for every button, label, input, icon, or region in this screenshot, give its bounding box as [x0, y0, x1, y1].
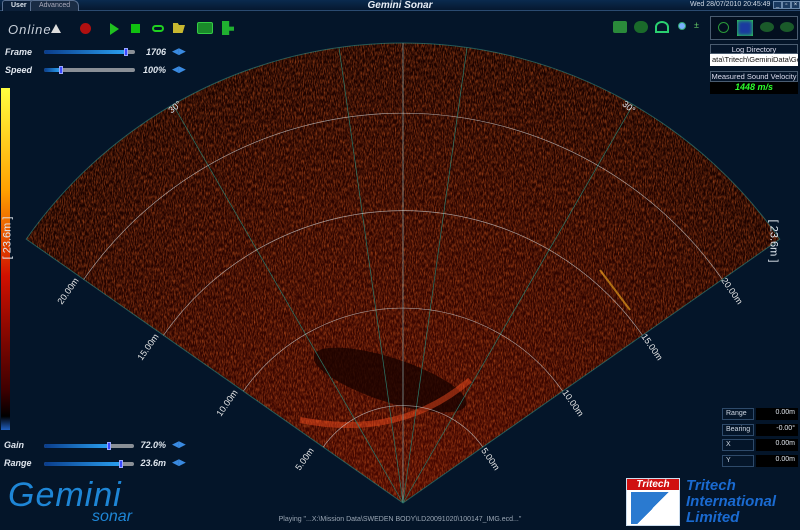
range-label-left: [ 23.6m ] — [1, 216, 14, 260]
gemini-logo: Gemini — [8, 476, 122, 514]
tritech-badge-text: Tritech — [627, 479, 679, 490]
gemini-sonar-logo: sonar — [92, 508, 133, 525]
tritech-badge: Tritech — [626, 478, 680, 526]
range-label-right: [ 23.6m ] — [767, 219, 780, 263]
company-line: Limited — [686, 509, 740, 526]
company-line: Tritech — [686, 477, 736, 494]
company-line: International — [686, 493, 777, 510]
sonar-echo-texture — [26, 43, 780, 503]
sonar-display[interactable] — [0, 0, 800, 530]
tritech-name: Tritech International Limited — [686, 478, 776, 526]
